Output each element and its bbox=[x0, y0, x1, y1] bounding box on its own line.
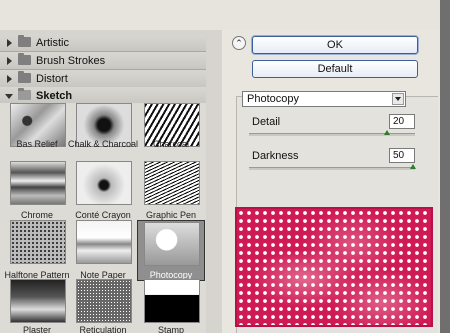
detail-label: Detail bbox=[252, 116, 281, 128]
thumbnail-label: Charcoal bbox=[152, 139, 190, 149]
default-button[interactable]: Default bbox=[252, 60, 418, 78]
detail-input[interactable]: 20 bbox=[389, 114, 415, 129]
folder-icon bbox=[18, 53, 31, 65]
filter-gallery-panel: Artistic Brush Strokes Distort Sketch Ba… bbox=[0, 30, 222, 333]
dialog-top-strip bbox=[0, 0, 450, 46]
category-artistic[interactable]: Artistic bbox=[0, 34, 206, 52]
expand-triangle-icon bbox=[7, 75, 12, 83]
thumbnail-label: Conté Crayon bbox=[75, 210, 131, 220]
category-distort[interactable]: Distort bbox=[0, 70, 206, 88]
preview-texture bbox=[237, 209, 431, 325]
darkness-label: Darkness bbox=[252, 150, 299, 162]
chevron-down-icon[interactable] bbox=[392, 93, 404, 105]
thumbnail-label: Bas Relief bbox=[16, 139, 58, 149]
expand-triangle-icon bbox=[7, 57, 12, 65]
thumbnail-label: Stamp bbox=[157, 325, 184, 333]
category-label: Artistic bbox=[36, 37, 69, 49]
darkness-input[interactable]: 50 bbox=[389, 148, 415, 163]
detail-slider-track[interactable] bbox=[249, 133, 415, 136]
thumbnail-label: Graphic Pen bbox=[145, 210, 197, 220]
category-brush-strokes[interactable]: Brush Strokes bbox=[0, 52, 206, 70]
category-label: Brush Strokes bbox=[36, 55, 106, 67]
double-chevron-up-icon[interactable]: ⌃ bbox=[232, 36, 246, 50]
darkness-slider-track[interactable] bbox=[249, 167, 415, 170]
open-folder-icon bbox=[18, 88, 31, 100]
thumbnail-image bbox=[10, 161, 66, 205]
thumbnail-label: Chrome bbox=[20, 210, 53, 220]
filter-preview-swatch bbox=[235, 207, 433, 327]
thumbnail-image bbox=[144, 161, 200, 205]
thumbnail-image bbox=[76, 161, 132, 205]
thumbnail-label: Chalk & Charcoal bbox=[67, 139, 139, 149]
thumbnail-image bbox=[10, 220, 66, 264]
thumbnail-grid: Bas Relief Chalk & Charcoal Charcoal Chr… bbox=[0, 103, 206, 333]
thumbnail-label: Plaster bbox=[22, 325, 51, 333]
thumbnail-image bbox=[144, 279, 200, 323]
folder-icon bbox=[18, 35, 31, 47]
category-label: Sketch bbox=[36, 90, 73, 102]
thumbnail-image bbox=[10, 279, 66, 323]
window-edge bbox=[440, 0, 450, 333]
ok-button[interactable]: OK bbox=[252, 36, 418, 54]
category-label: Distort bbox=[36, 73, 68, 85]
darkness-slider-thumb[interactable] bbox=[410, 164, 417, 169]
thumbnail-image bbox=[76, 279, 132, 323]
thumbnail-image bbox=[76, 220, 132, 264]
filter-select[interactable]: Photocopy bbox=[242, 91, 406, 107]
thumbnail-image bbox=[144, 222, 200, 266]
filter-select-value: Photocopy bbox=[247, 93, 299, 105]
collapse-triangle-icon bbox=[5, 94, 13, 99]
expand-triangle-icon bbox=[7, 39, 12, 47]
folder-icon bbox=[18, 71, 31, 83]
thumbnail-label: Reticulation bbox=[79, 325, 127, 333]
detail-slider-thumb[interactable] bbox=[383, 130, 390, 135]
